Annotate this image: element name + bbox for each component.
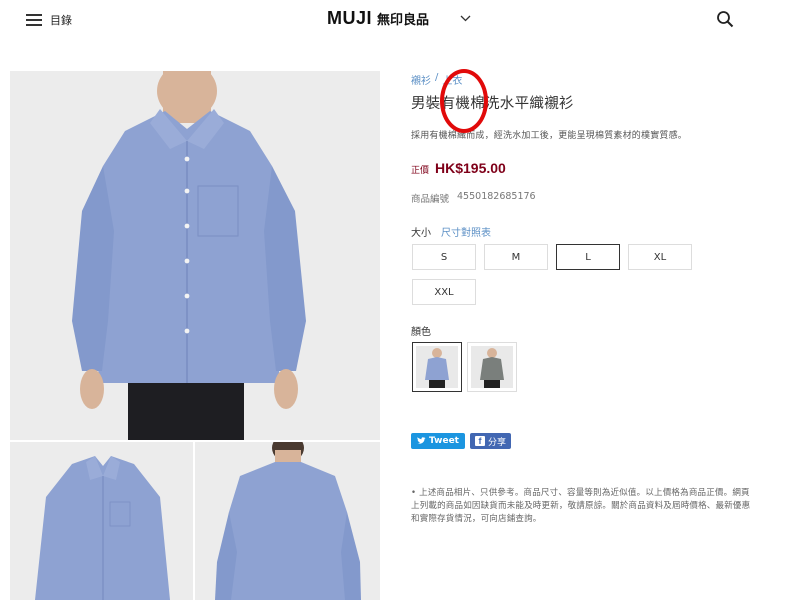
size-option-l[interactable]: L [556, 244, 620, 270]
product-disclaimer: • 上述商品相片、只供參考。商品尺寸、容量等則為近似值。以上價格為商品正價。網頁… [411, 488, 751, 524]
product-description: 採用有機棉織而成，經洗水加工後，更能呈現棉質素材的樸實質感。 [411, 131, 688, 141]
breadcrumb-separator: / [435, 72, 439, 83]
facebook-share-label: 分享 [487, 437, 506, 448]
facebook-icon: f [474, 436, 485, 446]
breadcrumb-link-shirts[interactable]: 襯衫 [411, 72, 431, 87]
thumbnail-front-flat[interactable] [10, 442, 193, 600]
muji-logo[interactable]: MUJI 無印良品 [327, 8, 429, 30]
tweet-button[interactable]: Tweet [411, 433, 465, 449]
twitter-bird-icon [417, 437, 426, 444]
tweet-label: Tweet [429, 436, 459, 446]
breadcrumb-link-tops[interactable]: 上衣 [442, 72, 462, 87]
color-label: 顏色 [411, 327, 431, 338]
facebook-share-button[interactable]: f 分享 [469, 433, 511, 449]
size-option-m[interactable]: M [484, 244, 548, 270]
size-option-xxl[interactable]: XXL [412, 279, 476, 305]
size-label: 大小 [411, 228, 431, 239]
price-label: 正價 [411, 166, 430, 176]
size-header: 大小 尺寸對照表 [411, 224, 491, 239]
product-title: 男裝有機棉洗水平織襯衫 [411, 96, 574, 112]
size-option-s[interactable]: S [412, 244, 476, 270]
chevron-down-icon[interactable] [460, 13, 471, 24]
price-value: HK$195.00 [435, 160, 506, 176]
sku-label: 商品編號 [411, 194, 450, 205]
site-header: 目錄 MUJI 無印良品 [0, 0, 800, 40]
size-chart-link[interactable]: 尺寸對照表 [441, 224, 491, 239]
breadcrumb: 襯衫 / 上衣 [411, 72, 462, 87]
logo-en: MUJI [327, 8, 373, 28]
main-product-image[interactable] [10, 71, 380, 440]
hamburger-icon [26, 14, 42, 26]
color-swatch-gray[interactable] [467, 342, 517, 392]
logo-zh: 無印良品 [377, 13, 430, 28]
color-swatch-blue[interactable] [412, 342, 462, 392]
menu-label: 目錄 [50, 14, 72, 27]
size-option-xl[interactable]: XL [628, 244, 692, 270]
search-icon[interactable] [716, 10, 734, 28]
sku-row: 商品編號 4550182685176 [411, 191, 536, 205]
thumbnail-back-view[interactable] [195, 442, 380, 600]
share-row: Tweet f 分享 [411, 433, 511, 449]
sku-value: 4550182685176 [457, 191, 536, 202]
price-row: 正價 HK$195.00 [411, 160, 506, 176]
menu-button[interactable]: 目錄 [26, 12, 74, 28]
